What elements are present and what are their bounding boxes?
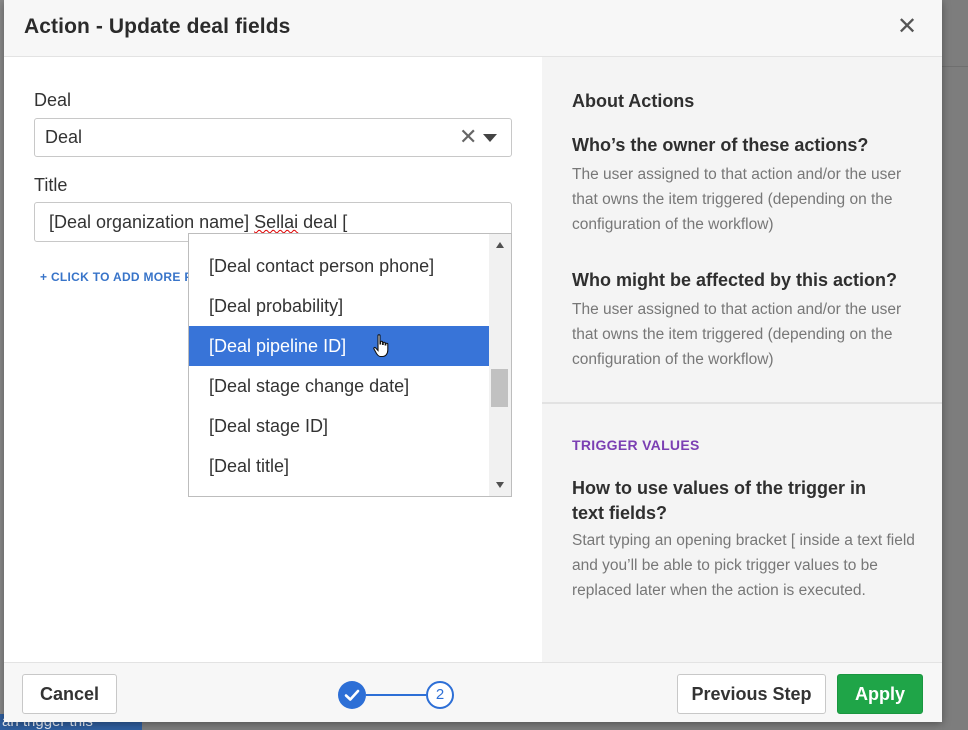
dropdown-option[interactable]: [Deal pipeline ID] (189, 326, 489, 366)
add-more-fields-link[interactable]: + CLICK TO ADD MORE FIE (40, 270, 204, 284)
step-indicator: 2 (338, 680, 458, 710)
modal-title: Action - Update deal fields (24, 15, 291, 38)
title-input-misspelled-word: Sellai (254, 212, 299, 232)
backdrop-panel (942, 0, 968, 730)
backdrop-divider (942, 66, 968, 67)
dropdown-option[interactable]: [Deal title] (189, 446, 489, 486)
about-actions-heading: About Actions (572, 91, 695, 111)
dropdown-option[interactable]: [Deal stage ID] (189, 406, 489, 446)
scroll-up-arrow-icon[interactable] (496, 242, 504, 248)
hand-pointer-icon (373, 334, 389, 358)
dropdown-option[interactable]: [Deal probability] (189, 286, 489, 326)
deal-select[interactable]: Deal ✕ (34, 118, 512, 157)
help-pane: About Actions Who’s the owner of these a… (542, 57, 942, 662)
form-pane: Deal Deal ✕ Title [Deal organization nam… (4, 57, 542, 662)
owner-question: Who’s the owner of these actions? (572, 135, 869, 155)
affected-answer: The user assigned to that action and/or … (572, 301, 902, 368)
apply-button[interactable]: Apply (837, 674, 923, 714)
step-connector (366, 694, 426, 696)
action-modal: Action - Update deal fields ✕ Deal Deal … (4, 0, 942, 722)
scrollbar-thumb[interactable] (491, 369, 508, 407)
scroll-down-arrow-icon[interactable] (496, 482, 504, 488)
previous-step-button[interactable]: Previous Step (677, 674, 826, 714)
clear-icon[interactable]: ✕ (459, 124, 477, 150)
modal-footer: Cancel 2 Previous Step Apply (4, 662, 942, 722)
backdrop-bottom (142, 722, 942, 730)
dropdown-scrollbar[interactable] (489, 234, 511, 496)
dropdown-list: [Deal contact person phone] [Deal probabi… (189, 246, 489, 486)
checkmark-icon (344, 689, 360, 701)
owner-answer: The user assigned to that action and/or … (572, 166, 902, 233)
trigger-values-section-label: TRIGGER VALUES (572, 437, 700, 453)
close-icon[interactable]: ✕ (892, 12, 922, 42)
trigger-question: How to use values of the trigger in text… (572, 478, 867, 523)
affected-question: Who might be affected by this action? (572, 270, 898, 290)
title-input-text-end: deal [ (298, 212, 348, 232)
step-2-current: 2 (426, 681, 454, 709)
deal-select-value: Deal (45, 127, 83, 147)
deal-label: Deal (34, 90, 72, 110)
trigger-answer: Start typing an opening bracket [ inside… (572, 532, 915, 599)
trigger-values-dropdown: [Deal contact person phone] [Deal probabi… (188, 233, 512, 497)
title-label: Title (34, 175, 68, 195)
title-input-text: [Deal organization name] (49, 212, 255, 232)
chevron-down-icon[interactable] (483, 134, 497, 142)
dropdown-option[interactable]: [Deal stage change date] (189, 366, 489, 406)
dropdown-option[interactable]: [Deal contact person phone] (189, 246, 489, 286)
help-divider (542, 402, 942, 404)
step-1-complete (338, 681, 366, 709)
cancel-button[interactable]: Cancel (22, 674, 117, 714)
modal-header: Action - Update deal fields ✕ (4, 0, 942, 57)
